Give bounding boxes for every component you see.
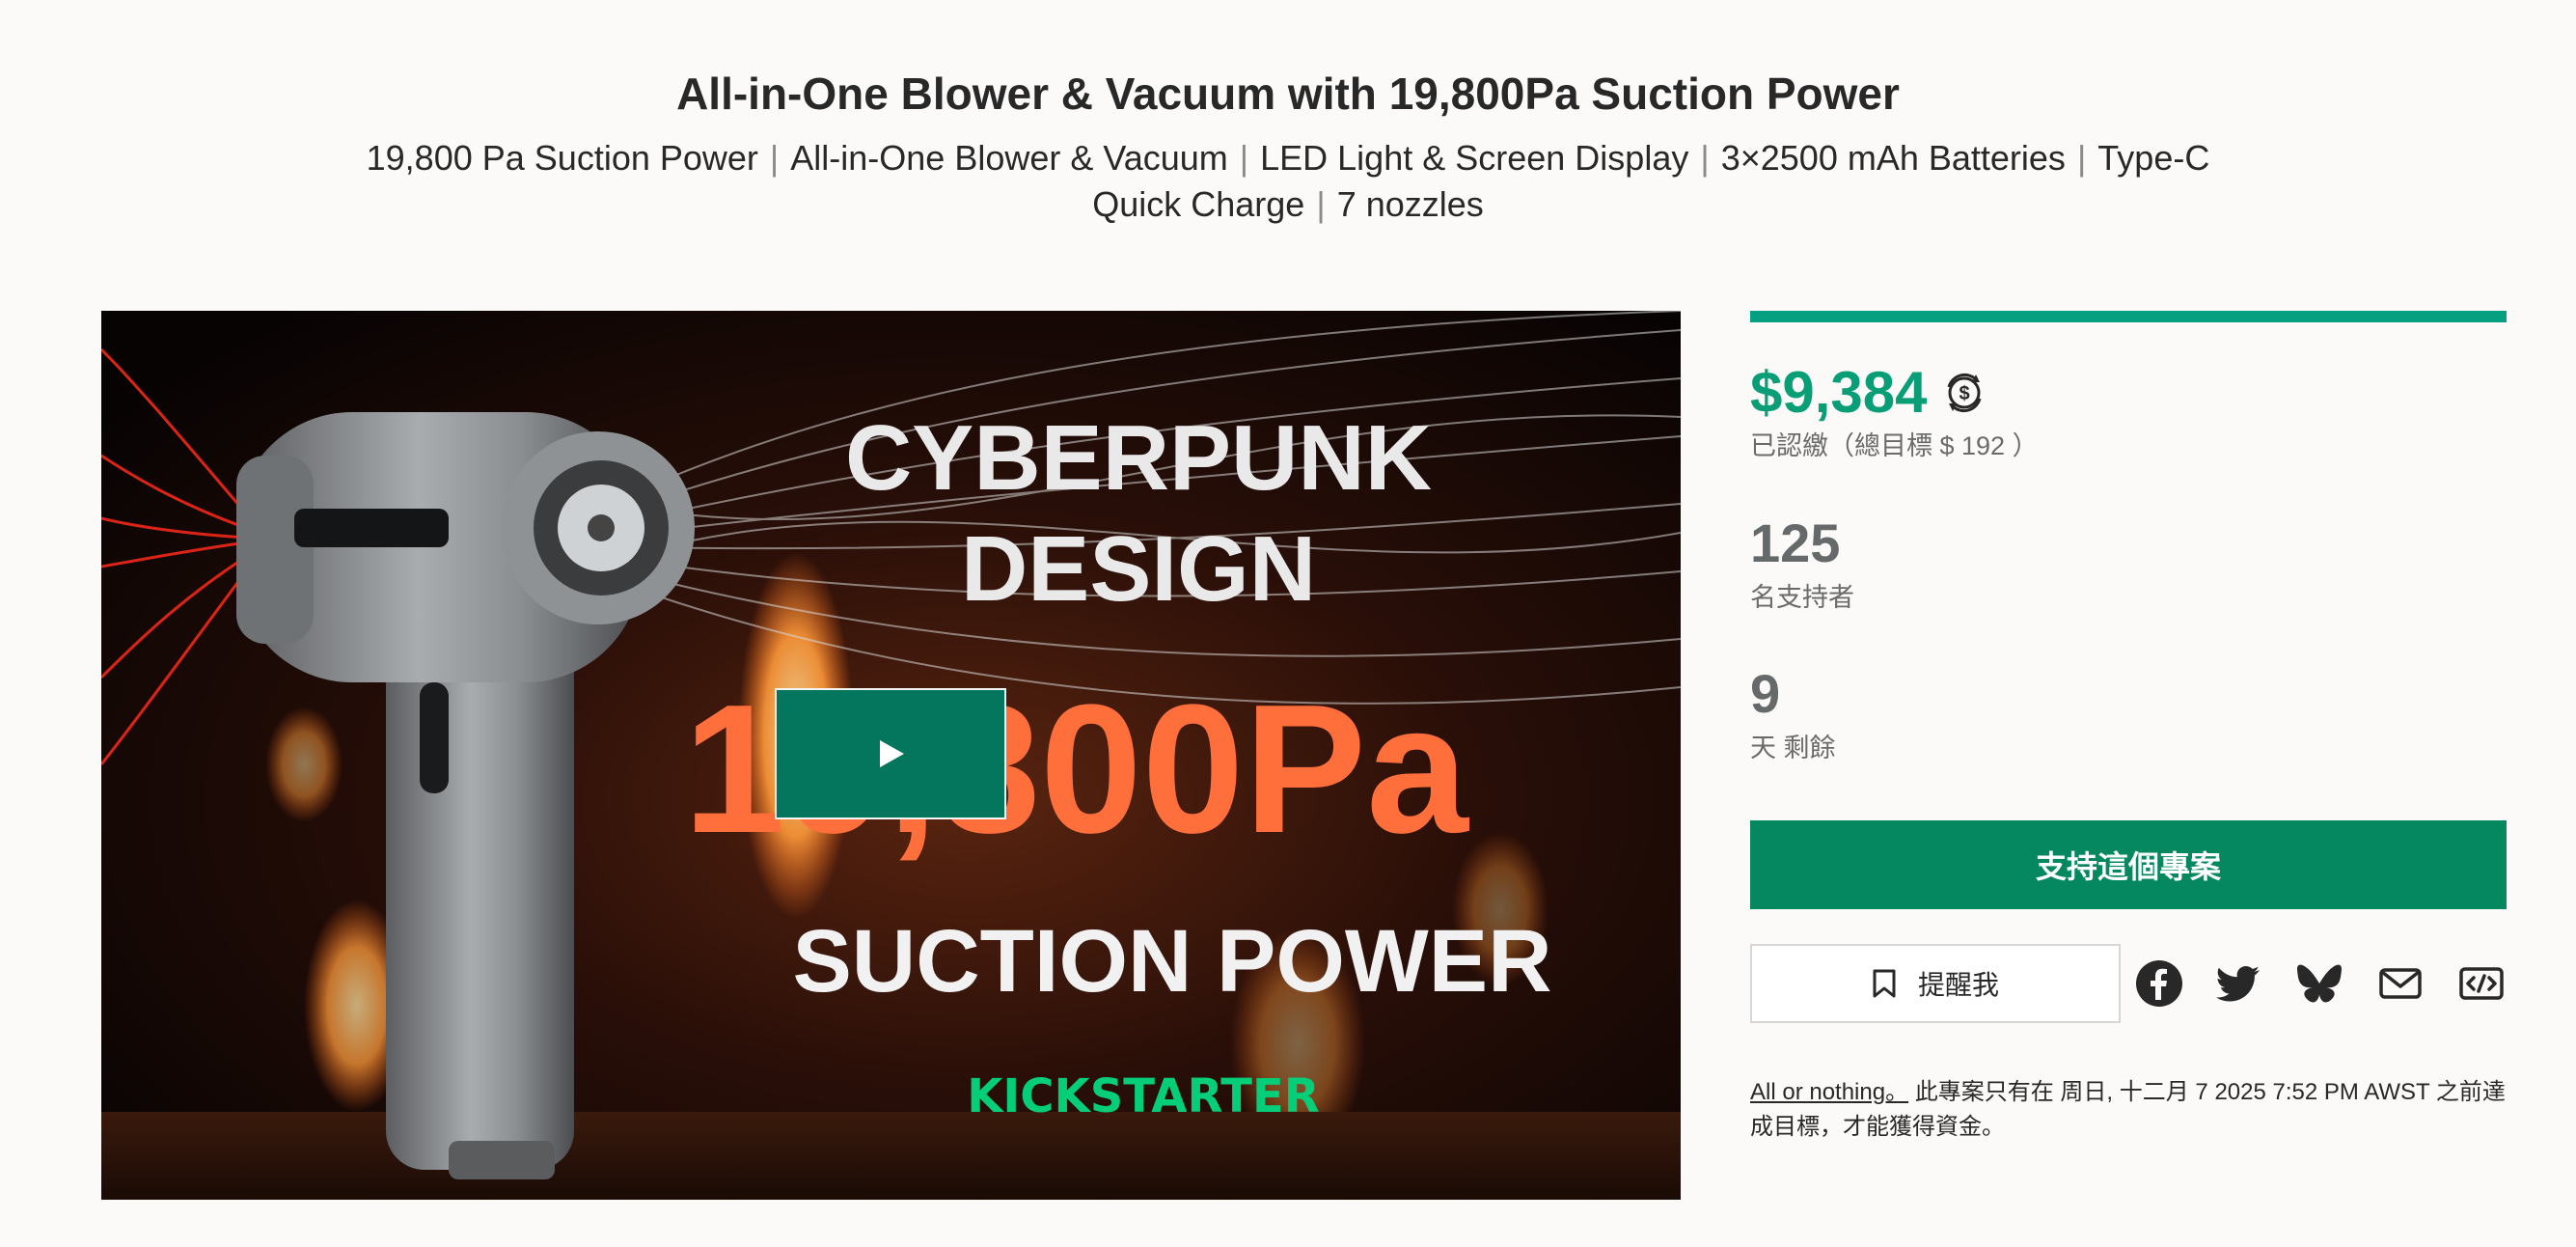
pledged-label: 已認繳（總目標 $ 192 ） <box>1750 431 2039 460</box>
funding-progress-fill <box>1750 311 2507 322</box>
feature-3: LED Light & Screen Display <box>1260 138 1689 178</box>
backers-label: 名支持者 <box>1750 583 1854 612</box>
play-icon <box>880 740 904 767</box>
play-button[interactable] <box>775 688 1006 819</box>
remind-me-label: 提醒我 <box>1917 970 1999 1000</box>
days-remaining-label: 天 剩餘 <box>1750 734 1836 762</box>
separator: | <box>2076 138 2087 178</box>
currency-conversion-icon[interactable]: $ <box>1943 372 1986 414</box>
separator: | <box>1239 138 1249 178</box>
project-video[interactable]: CYBERPUNK DESIGN 19,800Pa SUCTION POWER … <box>101 311 1681 1200</box>
all-or-nothing-link[interactable]: All or nothing。 <box>1750 1079 1908 1105</box>
feature-2: All-in-One Blower & Vacuum <box>790 138 1228 178</box>
video-headline-1: CYBERPUNK <box>845 406 1432 510</box>
separator: | <box>1700 138 1710 178</box>
funding-progress-bar <box>1750 311 2507 322</box>
svg-text:$: $ <box>1959 383 1969 404</box>
separator: | <box>1316 184 1326 224</box>
separator: | <box>769 138 780 178</box>
email-icon[interactable] <box>2376 959 2425 1008</box>
kickstarter-logo: KICKSTARTER <box>967 1069 1320 1123</box>
remind-me-button[interactable]: 提醒我 <box>1750 944 2121 1023</box>
embed-icon[interactable] <box>2457 959 2506 1008</box>
twitter-icon[interactable] <box>2214 959 2262 1008</box>
pledged-amount: $9,384 $ <box>1750 359 1986 426</box>
project-title: All-in-One Blower & Vacuum with 19,800Pa… <box>676 69 1900 119</box>
project-subtitle: 19,800 Pa Suction Power | All-in-One Blowe… <box>323 135 2253 228</box>
back-this-project-button[interactable]: 支持這個專案 <box>1750 820 2507 909</box>
video-headline-2: DESIGN <box>961 517 1316 621</box>
bookmark-icon <box>1873 969 1896 998</box>
days-remaining-count: 9 <box>1750 663 1781 724</box>
feature-1: 19,800 Pa Suction Power <box>366 138 758 178</box>
pledged-amount-value: $9,384 <box>1750 360 1928 425</box>
video-bottom-line: SUCTION POWER <box>792 912 1551 1011</box>
feature-4: 3×2500 mAh Batteries <box>1720 138 2066 178</box>
backers-count: 125 <box>1750 513 1841 573</box>
all-or-nothing-notice: All or nothing。 此專案只有在 周日, 十二月 7 2025 7:… <box>1750 1075 2507 1145</box>
bluesky-icon[interactable] <box>2295 959 2343 1008</box>
feature-6: 7 nozzles <box>1336 184 1484 224</box>
facebook-icon[interactable] <box>2135 959 2183 1008</box>
